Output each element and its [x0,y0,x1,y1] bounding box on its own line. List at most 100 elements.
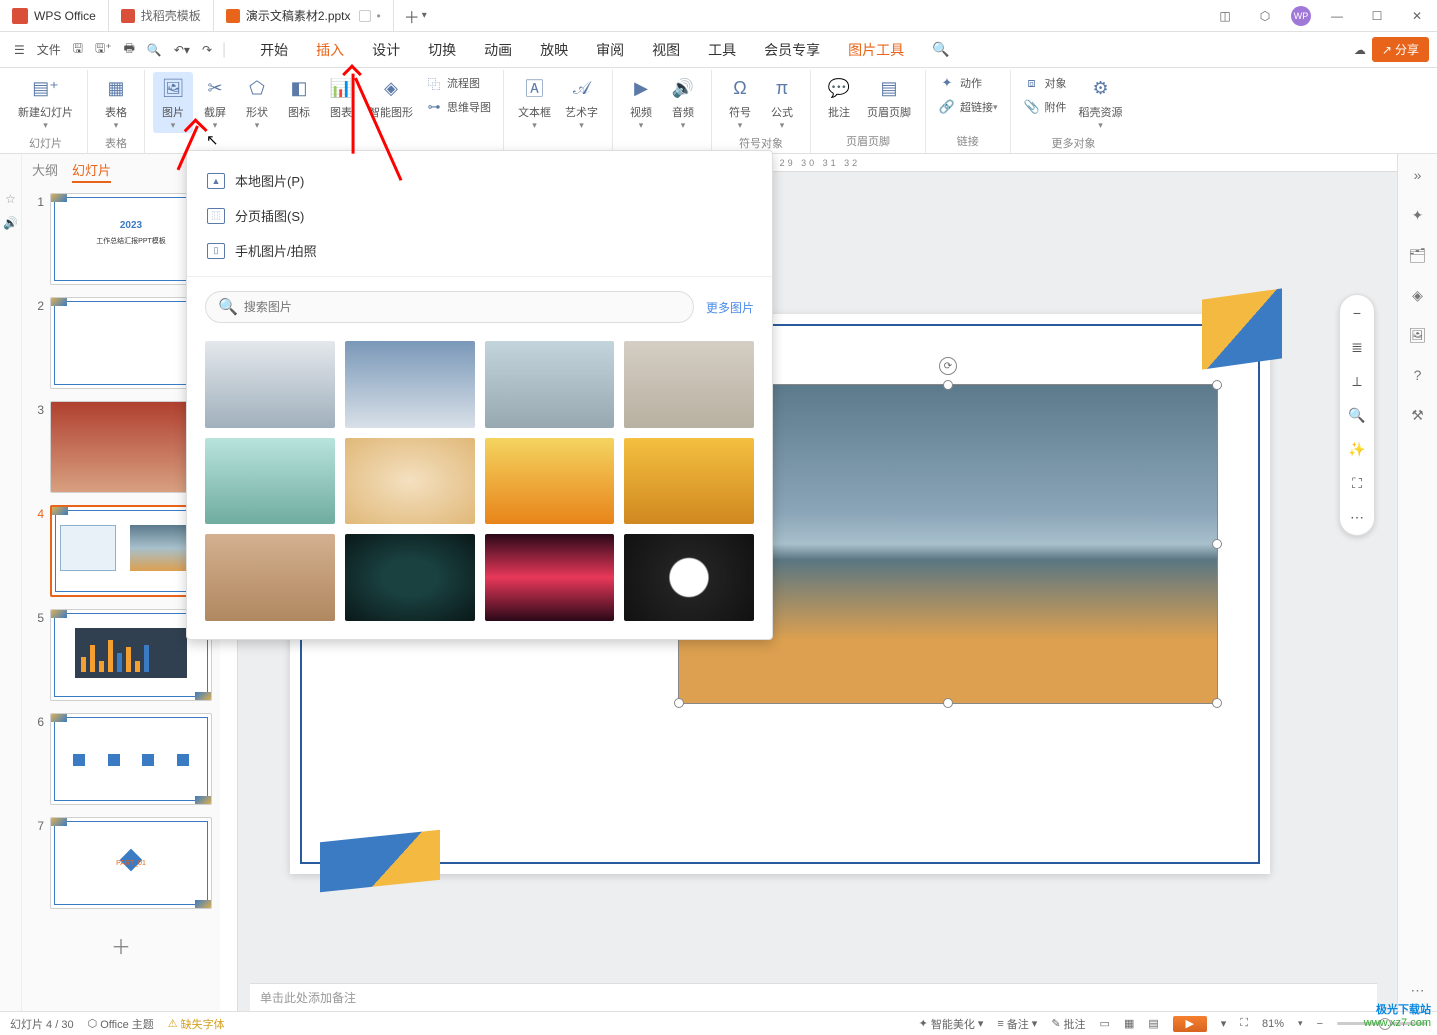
img-result-11[interactable] [485,534,615,621]
resize-handle-b[interactable] [943,698,953,708]
img-result-10[interactable] [345,534,475,621]
notes-bar[interactable]: 单击此处添加备注 [250,983,1377,1011]
img-result-5[interactable] [205,438,335,525]
help-right-icon[interactable]: ? [1407,364,1429,386]
crop-float-icon[interactable]: ⟂ [1345,369,1369,393]
view-reading-icon[interactable]: ▤ [1148,1017,1158,1030]
img-result-9[interactable] [205,534,335,621]
print-icon[interactable]: 🖶 [118,35,141,64]
tab-close-icon[interactable]: • [377,9,381,23]
img-result-1[interactable] [205,341,335,428]
phone-image-item[interactable]: ▯手机图片/拍照 [187,233,772,268]
tab-document[interactable]: 演示文稿素材2.pptx • [214,0,394,31]
more-right-icon[interactable]: ⋯ [1407,979,1429,1001]
minimize-button[interactable]: — [1317,0,1357,31]
resize-handle-tr[interactable] [1212,380,1222,390]
img-result-6[interactable] [345,438,475,525]
undo-icon[interactable]: ↶▾ [168,39,196,61]
tab-review[interactable]: 审阅 [582,34,638,66]
menu-icon[interactable]: ☰ [8,39,31,61]
image-button[interactable]: 🖼图片▾ [153,72,193,133]
wordart-button[interactable]: 𝒜艺术字▾ [559,72,604,133]
tab-transition[interactable]: 切换 [414,34,470,66]
shape-button[interactable]: ⬠形状▾ [237,72,277,133]
maximize-button[interactable]: ☐ [1357,0,1397,31]
template-right-icon[interactable]: 🗂 [1407,244,1429,266]
layout-icon[interactable]: ◫ [1205,0,1245,31]
star-right-icon[interactable]: ✦ [1407,204,1429,226]
tab-member[interactable]: 会员专享 [750,34,834,66]
img-result-7[interactable] [485,438,615,525]
zoom-level[interactable]: 81% [1262,1018,1284,1030]
flowchart-button[interactable]: ⿻流程图 [421,72,495,94]
tab-image-tools[interactable]: 图片工具 [834,34,918,66]
fullscreen-icon[interactable]: ⛶ [1345,471,1369,495]
more-float-icon[interactable]: ⋯ [1345,505,1369,529]
tab-restore-icon[interactable] [359,10,371,22]
save-as-icon[interactable]: 🖫⁺ [89,35,118,64]
mindmap-button[interactable]: ⊶思维导图 [421,96,495,118]
view-normal-icon[interactable]: ▭ [1100,1017,1110,1030]
search-float-icon[interactable]: 🔍 [1345,403,1369,427]
layers-icon[interactable]: ≣ [1345,335,1369,359]
outline-tab[interactable]: 大纲 [32,160,58,183]
save-icon[interactable]: 🖫 [67,35,89,64]
file-menu[interactable]: 文件 [31,37,67,62]
magic-icon[interactable]: ✨ [1345,437,1369,461]
zoom-out-button[interactable]: − [1317,1018,1323,1030]
img-result-4[interactable] [624,341,754,428]
symbol-button[interactable]: Ω符号▾ [720,72,760,133]
smartart-button[interactable]: ◈智能图形 [363,72,419,133]
redo-icon[interactable]: ↷ [196,39,218,61]
attachment-button[interactable]: 📎附件 [1019,96,1071,118]
resize-handle-bl[interactable] [674,698,684,708]
resource-button[interactable]: ⚙稻壳资源▾ [1073,72,1129,133]
collapse-right-icon[interactable]: » [1407,164,1429,186]
img-result-3[interactable] [485,341,615,428]
slideshow-dropdown[interactable]: ▾ [1221,1017,1227,1030]
shapes-right-icon[interactable]: ◈ [1407,284,1429,306]
tab-insert[interactable]: 插入 [302,34,358,66]
sound-icon[interactable]: 🔊 [3,216,18,230]
view-sorter-icon[interactable]: ▦ [1124,1017,1134,1030]
slideshow-button[interactable]: ▶ [1173,1016,1207,1032]
tab-start[interactable]: 开始 [246,34,302,66]
cloud-icon[interactable]: ☁ [1348,39,1372,61]
missing-font-warning[interactable]: ⚠ 缺失字体 [168,1016,225,1032]
video-button[interactable]: ▶视频▾ [621,72,661,133]
user-avatar[interactable]: WP [1291,6,1311,26]
image-search-box[interactable]: 🔍 [205,291,694,323]
notes-toggle[interactable]: ≡ 备注 ▾ [997,1016,1037,1032]
formula-button[interactable]: π公式▾ [762,72,802,133]
comment-toggle[interactable]: ✎ 批注 [1051,1016,1085,1032]
resize-handle-t[interactable] [943,380,953,390]
object-button[interactable]: ⧈对象 [1019,72,1071,94]
tab-tools[interactable]: 工具 [694,34,750,66]
tab-design[interactable]: 设计 [358,34,414,66]
header-footer-button[interactable]: ▤页眉页脚 [861,72,917,122]
tab-animation[interactable]: 动画 [470,34,526,66]
thumb-6[interactable] [50,713,212,805]
rotate-handle[interactable]: ⟳ [939,357,957,375]
icon-button[interactable]: ◧图标 [279,72,319,133]
resize-handle-br[interactable] [1212,698,1222,708]
tab-slideshow[interactable]: 放映 [526,34,582,66]
star-icon[interactable]: ☆ [5,192,16,206]
tab-templates[interactable]: 找稻壳模板 [109,0,214,31]
gallery-right-icon[interactable]: 🖼 [1407,324,1429,346]
theme-indicator[interactable]: ⬡ Office 主题 [88,1016,154,1032]
print-preview-icon[interactable]: 🔍 [141,39,168,61]
add-tab-button[interactable]: ＋▾ [394,4,437,28]
audio-button[interactable]: 🔊音频▾ [663,72,703,133]
beautify-button[interactable]: ✦ 智能美化 ▾ [919,1016,984,1032]
local-image-item[interactable]: ▲本地图片(P) [187,163,772,198]
img-result-12[interactable] [624,534,754,621]
cube-icon[interactable]: ⬡ [1245,0,1285,31]
close-button[interactable]: ✕ [1397,0,1437,31]
share-button[interactable]: ↗ 分享 [1372,37,1429,62]
img-result-8[interactable] [624,438,754,525]
zoom-out-float-icon[interactable]: − [1345,301,1369,325]
more-images-link[interactable]: 更多图片 [706,299,754,316]
hyperlink-button[interactable]: 🔗超链接▾ [934,96,1002,118]
present-icon[interactable]: ⛶ [1240,1017,1248,1030]
